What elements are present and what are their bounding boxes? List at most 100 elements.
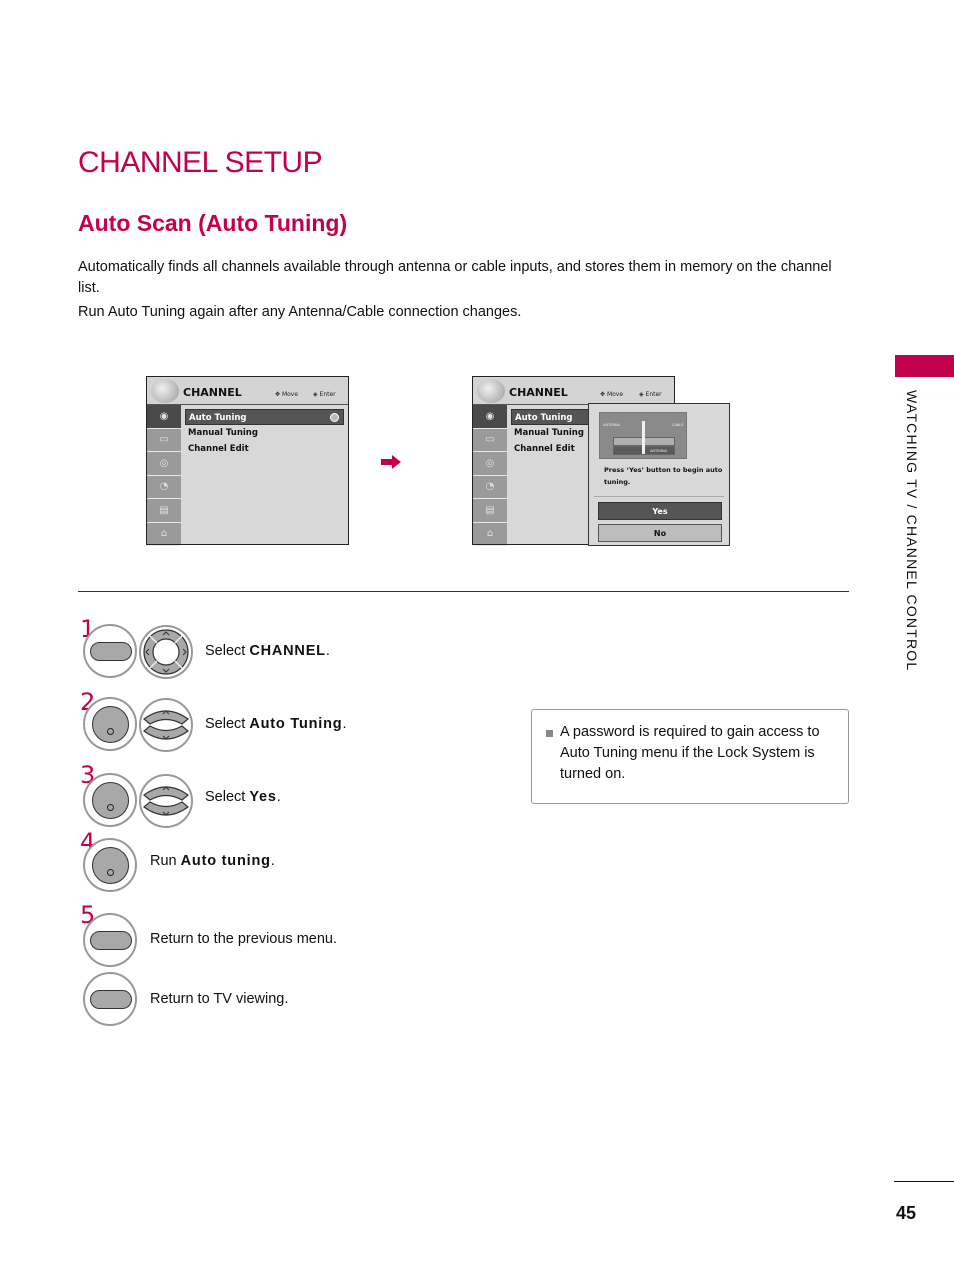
dialog-divider bbox=[594, 496, 724, 497]
menu-button bbox=[83, 624, 137, 678]
bullet-icon bbox=[546, 730, 553, 737]
lock-icon[interactable]: ⌂ bbox=[147, 523, 181, 546]
step-prefix: Run bbox=[150, 853, 181, 869]
menu-item-label: Manual Tuning bbox=[188, 428, 258, 438]
page-title: CHANNEL SETUP bbox=[78, 146, 323, 179]
page-number-rule bbox=[894, 1181, 954, 1182]
move-icon: ✥ bbox=[600, 391, 606, 398]
up-down-keys-icon bbox=[139, 698, 193, 752]
menu-item-manual-tuning[interactable]: Manual Tuning bbox=[185, 425, 344, 441]
intro-paragraph-1: Automatically finds all channels availab… bbox=[78, 259, 832, 296]
note-box: A password is required to gain access to… bbox=[531, 709, 849, 804]
enter-button bbox=[83, 697, 137, 751]
enter-icon: ◈ bbox=[639, 391, 644, 398]
option-icon[interactable]: ▤ bbox=[147, 499, 181, 523]
picture-icon[interactable]: ▭ bbox=[473, 429, 507, 452]
up-down-keys-icon bbox=[139, 774, 193, 828]
osd-header: CHANNEL ✥ Move ◈ Enter bbox=[147, 377, 348, 405]
page-number: 45 bbox=[896, 1203, 917, 1223]
enter-hint: ◈ Enter bbox=[639, 391, 662, 398]
move-hint-label: Move bbox=[606, 391, 624, 398]
osd-sidebar: ◉ ▭ ◎ ◔ ▤ ⌂ bbox=[473, 405, 507, 546]
osd-menu-list: Auto Tuning Manual Tuning Channel Edit bbox=[185, 409, 344, 457]
menu-item-label: Channel Edit bbox=[188, 444, 249, 454]
intro-paragraph-2: Run Auto Tuning again after any Antenna/… bbox=[78, 304, 522, 320]
osd-header: CHANNEL ✥ Move ◈ Enter bbox=[473, 377, 674, 405]
step-prefix: Select bbox=[205, 643, 250, 659]
channel-satellite-icon bbox=[151, 379, 179, 403]
channel-satellite-icon bbox=[477, 379, 505, 403]
chapter-label: WATCHING TV / CHANNEL CONTROL bbox=[904, 390, 920, 672]
step-keyword: CHANNEL bbox=[249, 643, 326, 659]
right-arrow-icon bbox=[381, 455, 401, 469]
diagram-label-cable: CABLE bbox=[672, 423, 684, 427]
chapter-tab bbox=[895, 355, 954, 377]
note-text: A password is required to gain access to… bbox=[560, 724, 820, 782]
move-hint: ✥ Move bbox=[275, 391, 298, 398]
audio-icon[interactable]: ◎ bbox=[147, 452, 181, 476]
step-2-instruction: Select Auto Tuning. bbox=[205, 716, 346, 732]
enter-button bbox=[83, 773, 137, 827]
auto-tuning-dialog: ANTENNA CABLE ANTENNA Press ‘Yes’ button… bbox=[588, 403, 730, 546]
enter-button bbox=[83, 838, 137, 892]
section-divider bbox=[78, 591, 849, 592]
move-icon: ✥ bbox=[275, 391, 281, 398]
step-prefix: Select bbox=[205, 716, 250, 732]
exit-button-cap bbox=[90, 990, 132, 1009]
channel-icon[interactable]: ◉ bbox=[473, 405, 507, 429]
menu-item-label: Auto Tuning bbox=[515, 413, 573, 423]
step-4-instruction: Run Auto tuning. bbox=[150, 853, 275, 869]
intro-text: Automatically finds all channels availab… bbox=[78, 257, 850, 326]
ok-icon bbox=[330, 413, 339, 422]
exit-button bbox=[83, 972, 137, 1026]
step-1-instruction: Select CHANNEL. bbox=[205, 643, 330, 659]
step-keyword: Yes bbox=[249, 789, 277, 805]
menu-item-channel-edit[interactable]: Channel Edit bbox=[185, 441, 344, 457]
time-icon[interactable]: ◔ bbox=[147, 476, 181, 499]
move-hint: ✥ Move bbox=[600, 391, 623, 398]
move-hint-label: Move bbox=[281, 391, 299, 398]
picture-icon[interactable]: ▭ bbox=[147, 429, 181, 452]
cable-line bbox=[642, 421, 645, 454]
enter-button-cap bbox=[92, 706, 129, 743]
menu-item-label: Manual Tuning bbox=[514, 428, 584, 438]
antenna-cable-diagram: ANTENNA CABLE ANTENNA bbox=[599, 412, 687, 459]
dialog-message: Press ‘Yes’ button to begin auto tuning. bbox=[604, 466, 723, 486]
channel-icon[interactable]: ◉ bbox=[147, 405, 181, 429]
no-button[interactable]: No bbox=[598, 524, 722, 542]
enter-button-cap bbox=[92, 847, 129, 884]
step-suffix: . bbox=[276, 789, 281, 805]
osd-sidebar: ◉ ▭ ◎ ◔ ▤ ⌂ bbox=[147, 405, 181, 546]
step-suffix: . bbox=[325, 643, 330, 659]
audio-icon[interactable]: ◎ bbox=[473, 452, 507, 476]
step-3-instruction: Select Yes. bbox=[205, 789, 281, 805]
yes-button[interactable]: Yes bbox=[598, 502, 722, 520]
time-icon[interactable]: ◔ bbox=[473, 476, 507, 499]
osd-title: CHANNEL bbox=[183, 386, 242, 399]
return-button-cap bbox=[90, 931, 132, 950]
lock-icon[interactable]: ⌂ bbox=[473, 523, 507, 546]
enter-hint: ◈ Enter bbox=[313, 391, 336, 398]
osd-channel-menu: CHANNEL ✥ Move ◈ Enter ◉ ▭ ◎ ◔ ▤ ⌂ Auto … bbox=[146, 376, 349, 546]
osd-title: CHANNEL bbox=[509, 386, 568, 399]
diagram-label-antenna: ANTENNA bbox=[603, 423, 620, 427]
enter-hint-label: Enter bbox=[645, 391, 662, 398]
step-suffix: . bbox=[342, 716, 347, 732]
enter-hint-label: Enter bbox=[319, 391, 336, 398]
enter-button-cap bbox=[92, 782, 129, 819]
step-keyword: Auto tuning bbox=[180, 853, 271, 869]
step-suffix: . bbox=[270, 853, 275, 869]
step-5b-instruction: Return to TV viewing. bbox=[150, 991, 289, 1007]
menu-item-auto-tuning[interactable]: Auto Tuning bbox=[185, 409, 344, 425]
diagram-label-input: ANTENNA bbox=[650, 449, 667, 453]
step-keyword: Auto Tuning bbox=[249, 716, 343, 732]
return-button bbox=[83, 913, 137, 967]
menu-button-cap bbox=[90, 642, 132, 661]
navigation-pad-icon bbox=[139, 625, 193, 679]
section-title: Auto Scan (Auto Tuning) bbox=[78, 210, 348, 236]
menu-item-label: Auto Tuning bbox=[189, 413, 247, 423]
option-icon[interactable]: ▤ bbox=[473, 499, 507, 523]
enter-icon: ◈ bbox=[313, 391, 318, 398]
step-prefix: Select bbox=[205, 789, 250, 805]
menu-item-label: Channel Edit bbox=[514, 444, 575, 454]
